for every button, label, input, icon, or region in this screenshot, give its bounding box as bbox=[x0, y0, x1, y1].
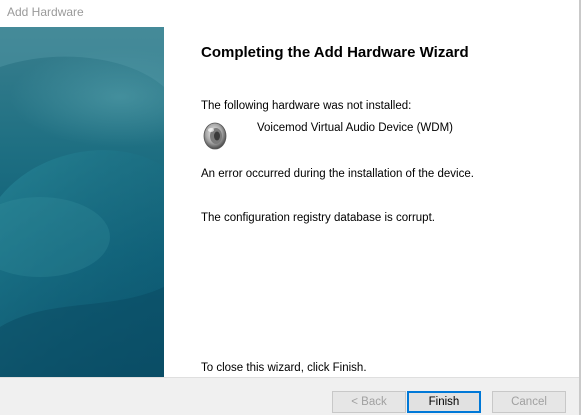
window-title: Add Hardware bbox=[7, 5, 84, 19]
back-button[interactable]: < Back bbox=[332, 391, 406, 413]
close-hint: To close this wizard, click Finish. bbox=[201, 362, 367, 374]
speaker-icon bbox=[202, 121, 230, 151]
device-name: Voicemod Virtual Audio Device (WDM) bbox=[257, 122, 453, 134]
wizard-heading: Completing the Add Hardware Wizard bbox=[201, 44, 469, 61]
finish-button[interactable]: Finish bbox=[407, 391, 481, 413]
cancel-button[interactable]: Cancel bbox=[492, 391, 566, 413]
not-installed-label: The following hardware was not installed… bbox=[201, 100, 412, 112]
error-detail: The configuration registry database is c… bbox=[201, 212, 435, 224]
button-bar: < Back Finish Cancel bbox=[0, 377, 579, 415]
title-bar: Add Hardware bbox=[0, 0, 581, 27]
wizard-banner-image bbox=[0, 27, 164, 377]
wizard-content: Completing the Add Hardware Wizard The f… bbox=[164, 27, 579, 377]
add-hardware-window: Add Hardware Completing the Add Hardware… bbox=[0, 0, 581, 415]
banner-graphic bbox=[0, 27, 164, 377]
error-message: An error occurred during the installatio… bbox=[201, 168, 474, 180]
